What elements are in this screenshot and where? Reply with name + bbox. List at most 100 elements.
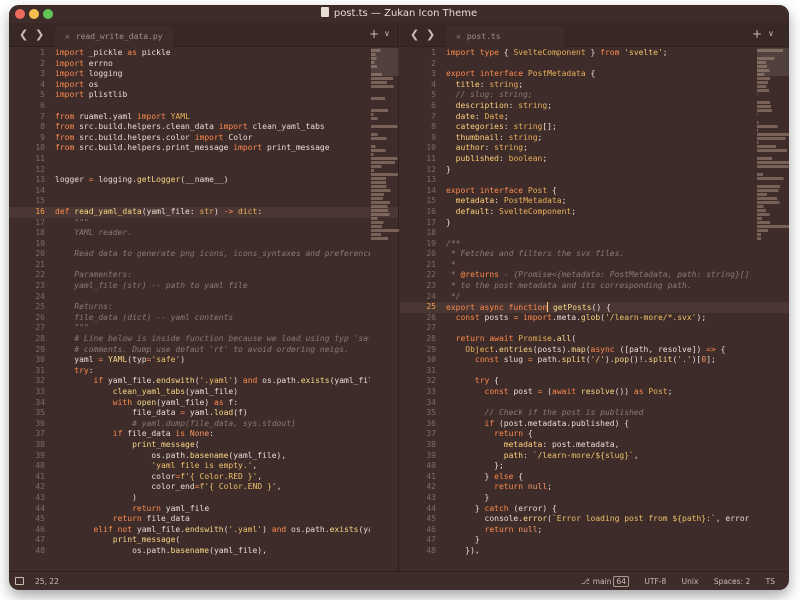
code-line[interactable]: 3 import logging <box>9 69 398 80</box>
code-line[interactable]: 18 <box>400 228 789 239</box>
code-line[interactable]: 1 import type { SvelteComponent } from 's… <box>400 48 789 59</box>
code-line[interactable]: 28 # Line below is inside function becau… <box>9 334 398 345</box>
code-line[interactable]: 39 os.path.basename(yaml_file), <box>9 451 398 462</box>
code-line[interactable]: 17 """ <box>9 218 398 229</box>
indentation-indicator[interactable]: Spaces: 2 <box>714 577 750 586</box>
code-line[interactable]: 12 <box>9 165 398 176</box>
code-line[interactable]: 14 export interface Post { <box>400 186 789 197</box>
code-line[interactable]: 39 path: `/learn-more/${slug}`, <box>400 451 789 462</box>
code-line[interactable]: 43 ) <box>9 493 398 504</box>
code-line[interactable]: 37 return { <box>400 429 789 440</box>
code-line[interactable]: 31 try: <box>9 366 398 377</box>
code-line[interactable]: 47 print_message( <box>9 535 398 546</box>
code-line[interactable]: 37 if file_data is None: <box>9 429 398 440</box>
code-line[interactable]: 19 <box>9 239 398 250</box>
code-line[interactable]: 40 'yaml file is empty.', <box>9 461 398 472</box>
tab-list-chevron-down-icon[interactable]: ∨ <box>768 29 774 38</box>
code-line[interactable]: 21 * <box>400 260 789 271</box>
code-line[interactable]: 7 date: Date; <box>400 112 789 123</box>
code-line[interactable]: 25 export async function getPosts() { <box>400 302 789 313</box>
right-minimap[interactable] <box>757 48 789 338</box>
code-line[interactable]: 33 clean_yaml_tabs(yaml_file) <box>9 387 398 398</box>
code-line[interactable]: 2 <box>400 59 789 70</box>
encoding-indicator[interactable]: UTF-8 <box>644 577 666 586</box>
navigate-back-icon[interactable]: ❮ <box>19 28 28 41</box>
code-line[interactable]: 45 console.error(`Error loading post fro… <box>400 514 789 525</box>
code-line[interactable]: 36 if (post.metadata.published) { <box>400 419 789 430</box>
code-line[interactable]: 42 color_end=f'{ Color.END }', <box>9 482 398 493</box>
code-line[interactable]: 4 import os <box>9 80 398 91</box>
code-line[interactable]: 23 yaml_file (str) -- path to yaml file <box>9 281 398 292</box>
code-line[interactable]: 30 const slug = path.split('/').pop()!.s… <box>400 355 789 366</box>
code-line[interactable]: 35 file_data = yaml.load(f) <box>9 408 398 419</box>
code-line[interactable]: 13 <box>400 175 789 186</box>
new-tab-plus-icon[interactable]: + <box>752 27 762 41</box>
code-line[interactable]: 22 Paramenters: <box>9 270 398 281</box>
code-line[interactable]: 36 # yaml.dump(file_data, sys.stdout) <box>9 419 398 430</box>
code-line[interactable]: 12} <box>400 165 789 176</box>
code-line[interactable]: 20 Read data to generate png icons, icon… <box>9 249 398 260</box>
code-line[interactable]: 7 from ruamel.yaml import YAML <box>9 112 398 123</box>
tab-close-icon[interactable]: ✕ <box>65 32 70 41</box>
code-line[interactable]: 11 <box>9 154 398 165</box>
code-line[interactable]: 10 author: string; <box>400 143 789 154</box>
navigate-forward-icon[interactable]: ❯ <box>35 28 44 41</box>
code-line[interactable]: 2 import errno <box>9 59 398 70</box>
code-line[interactable]: 27 <box>400 323 789 334</box>
code-line[interactable]: 11 published: boolean; <box>400 154 789 165</box>
code-line[interactable]: 8 categories: string[]; <box>400 122 789 133</box>
code-line[interactable]: 38 metadata: post.metadata, <box>400 440 789 451</box>
code-line[interactable]: 8 from src.build.helpers.clean_data impor… <box>9 122 398 133</box>
code-line[interactable]: 31 <box>400 366 789 377</box>
syntax-indicator[interactable]: TS <box>766 577 775 586</box>
code-line[interactable]: 43 } <box>400 493 789 504</box>
git-changes-badge[interactable]: 64 <box>613 576 629 587</box>
code-line[interactable]: 32 try { <box>400 376 789 387</box>
tab-close-icon[interactable]: ✕ <box>456 32 461 41</box>
code-line[interactable]: 26 const posts = import.meta.glob('/lear… <box>400 313 789 324</box>
navigate-forward-icon[interactable]: ❯ <box>426 28 435 41</box>
tab-read-write-data[interactable]: ✕ read_write_data.py <box>55 26 173 47</box>
code-line[interactable]: 21 <box>9 260 398 271</box>
code-line[interactable]: 27 """ <box>9 323 398 334</box>
code-line[interactable]: 23 * to the post metadata and its corres… <box>400 281 789 292</box>
tab-post-ts[interactable]: ✕ post.ts <box>446 26 564 47</box>
code-line[interactable]: 46 elif not yaml_file.endswith('.yaml') … <box>9 525 398 536</box>
code-line[interactable]: 34 with open(yaml_file) as f: <box>9 398 398 409</box>
code-line[interactable]: 33 const post = (await resolve()) as Pos… <box>400 387 789 398</box>
code-line[interactable]: 44 return yaml_file <box>9 504 398 515</box>
code-line[interactable]: 45 return file_data <box>9 514 398 525</box>
code-line[interactable]: 1 import _pickle as pickle <box>9 48 398 59</box>
code-line[interactable]: 34 <box>400 398 789 409</box>
right-code-editor[interactable]: 1 import type { SvelteComponent } from 's… <box>400 48 789 571</box>
tab-list-chevron-down-icon[interactable]: ∨ <box>384 29 390 38</box>
code-line[interactable]: 25 Returns: <box>9 302 398 313</box>
code-line[interactable]: 24 <box>9 292 398 303</box>
git-branch-label[interactable]: main <box>593 577 612 586</box>
code-line[interactable]: 24 */ <box>400 292 789 303</box>
code-line[interactable]: 17} <box>400 218 789 229</box>
code-line[interactable]: 32 if yaml_file.endswith('.yaml') and os… <box>9 376 398 387</box>
code-line[interactable]: 14 <box>9 186 398 197</box>
toggle-panel-icon[interactable] <box>15 577 24 585</box>
code-line[interactable]: 5 // slug: string; <box>400 90 789 101</box>
code-line[interactable]: 6 <box>9 101 398 112</box>
code-line[interactable]: 41 color=f'{ Color.RED }', <box>9 472 398 483</box>
code-line[interactable]: 4 title: string; <box>400 80 789 91</box>
code-line[interactable]: 15 metadata: PostMetadata; <box>400 196 789 207</box>
line-endings-indicator[interactable]: Unix <box>682 577 699 586</box>
code-line[interactable]: 48 os.path.basename(yaml_file), <box>9 546 398 557</box>
code-line[interactable]: 42 return null; <box>400 482 789 493</box>
code-line[interactable]: 48 }), <box>400 546 789 557</box>
code-line[interactable]: 6 description: string; <box>400 101 789 112</box>
code-line[interactable]: 9 thumbnail: string; <box>400 133 789 144</box>
code-line[interactable]: 13 logger = logging.getLogger(__name__) <box>9 175 398 186</box>
code-line[interactable]: 5 import plistlib <box>9 90 398 101</box>
code-line[interactable]: 41 } else { <box>400 472 789 483</box>
cursor-position[interactable]: 25, 22 <box>35 577 59 586</box>
code-line[interactable]: 29 Object.entries(posts).map(async ([pat… <box>400 345 789 356</box>
code-line[interactable]: 47 } <box>400 535 789 546</box>
code-line[interactable]: 16 default: SvelteComponent; <box>400 207 789 218</box>
code-line[interactable]: 18 YAML reader. <box>9 228 398 239</box>
left-minimap[interactable] <box>371 48 399 338</box>
